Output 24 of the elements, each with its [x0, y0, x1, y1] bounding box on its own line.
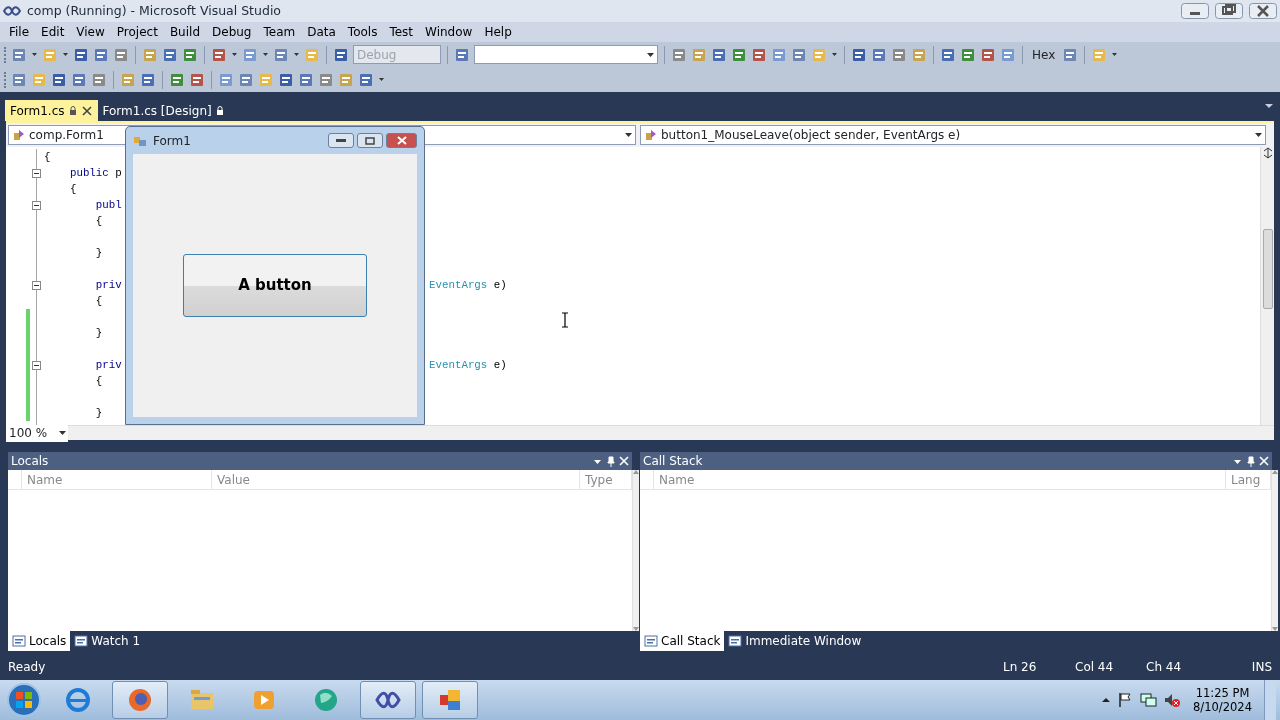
panel-title: Call Stack: [643, 453, 704, 470]
code-text: }: [94, 327, 103, 339]
window-title: comp (Running) - Microsoft Visual Studio: [27, 1, 281, 20]
code-text: }: [94, 407, 103, 419]
configuration-combo: Debug: [353, 45, 441, 64]
code-text: priv: [94, 279, 122, 291]
code-text: {: [94, 295, 103, 307]
code-text: {: [44, 151, 51, 163]
line-indicator: Ln 26: [1003, 659, 1038, 676]
code-text: {: [94, 375, 103, 387]
insert-mode-indicator: INS: [1250, 659, 1272, 676]
form-title: Form1: [153, 132, 192, 150]
code-text: {: [94, 215, 103, 227]
panel-title: Locals: [11, 453, 50, 470]
code-text: EventArgs e): [429, 278, 507, 293]
code-text: public p: [68, 167, 122, 179]
code-text: priv: [94, 359, 122, 371]
column-indicator: Col 44: [1075, 659, 1115, 676]
character-indicator: Ch 44: [1146, 659, 1183, 676]
code-text: publ: [94, 199, 122, 211]
code-text: }: [94, 247, 103, 259]
code-text: EventArgs e): [429, 358, 507, 373]
code-text: {: [68, 183, 77, 195]
status-message: Ready: [8, 659, 47, 676]
